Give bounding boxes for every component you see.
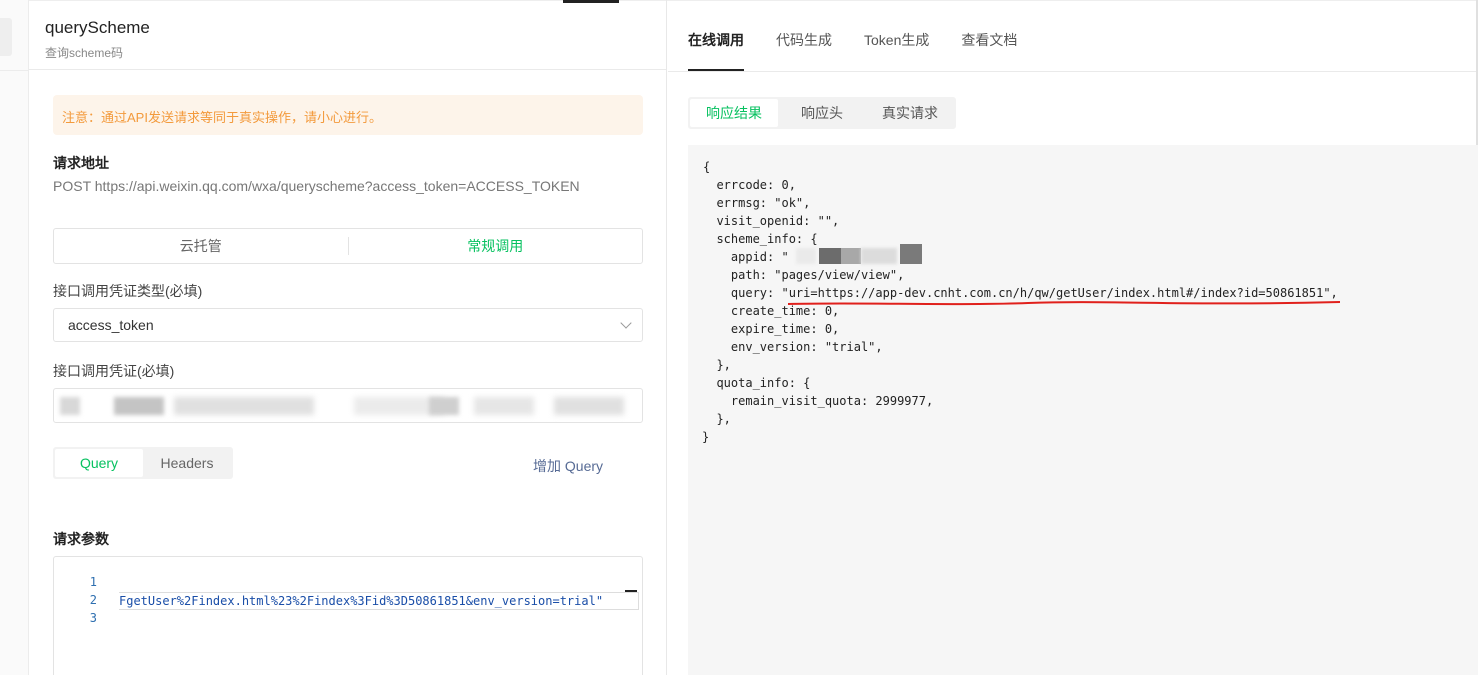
- request-panel: queryScheme 查询scheme码 注意：通过API发送请求等同于真实操…: [29, 0, 667, 675]
- left-gutter: [0, 0, 29, 675]
- redacted-block: [841, 248, 861, 264]
- response-line: },: [702, 358, 731, 372]
- editor-line-2: FgetUser%2Findex.html%23%2Findex%3Fid%3D…: [119, 592, 639, 610]
- api-header: queryScheme 查询scheme码: [29, 0, 666, 70]
- response-line: path: "pages/view/view",: [702, 268, 905, 282]
- credential-type-label: 接口调用凭证类型(必填): [53, 283, 203, 299]
- credential-input[interactable]: [53, 388, 643, 423]
- response-line: errcode: 0,: [702, 178, 796, 192]
- line-number: 3: [89, 611, 97, 625]
- request-url-label: 请求地址: [53, 155, 109, 171]
- result-tabs: 响应结果 响应头 真实请求: [688, 97, 956, 129]
- result-panel: 在线调用 代码生成 Token生成 查看文档 响应结果 响应头 真实请求 { e…: [668, 0, 1478, 675]
- response-line: expire_time: 0,: [702, 322, 840, 336]
- credential-label: 接口调用凭证(必填): [53, 363, 175, 379]
- tab-code-gen[interactable]: 代码生成: [776, 30, 832, 50]
- api-subtitle: 查询scheme码: [45, 46, 124, 60]
- tab-query[interactable]: Query: [55, 449, 143, 477]
- app-root: queryScheme 查询scheme码 注意：通过API发送请求等同于真实操…: [0, 0, 1478, 675]
- main-tabs: 在线调用 代码生成 Token生成 查看文档: [688, 30, 1017, 50]
- redacted-block: [60, 397, 80, 415]
- credential-type-value: access_token: [68, 317, 154, 333]
- mode-cloud-hosting[interactable]: 云托管: [54, 229, 348, 263]
- tab-docs[interactable]: 查看文档: [961, 30, 1017, 50]
- add-query-button[interactable]: 增加 Query: [533, 456, 603, 476]
- response-line: quota_info: {: [702, 376, 811, 390]
- call-mode-switch: 云托管 常规调用: [53, 228, 643, 264]
- response-line: },: [702, 412, 731, 426]
- tabs-divider: [668, 71, 1478, 72]
- gutter-divider: [0, 70, 29, 71]
- red-annotation-underline: [788, 301, 1340, 306]
- params-code-editor[interactable]: 1 2 3 FgetUser%2Findex.html%23%2Findex%3…: [53, 556, 643, 675]
- response-line: errmsg: "ok",: [702, 196, 811, 210]
- response-body: { errcode: 0, errmsg: "ok", visit_openid…: [688, 145, 1478, 675]
- redacted-block: [114, 397, 164, 415]
- line-number: 2: [89, 593, 97, 607]
- chevron-down-icon: [620, 317, 632, 329]
- redacted-block: [819, 248, 841, 264]
- param-tabs: Query Headers: [53, 447, 233, 479]
- request-params-label: 请求参数: [53, 531, 109, 547]
- redacted-block: [174, 397, 314, 415]
- response-line: appid: ": [702, 250, 789, 264]
- redacted-block: [474, 397, 534, 415]
- redacted-block: [796, 248, 816, 264]
- response-line: env_version: "trial",: [702, 340, 883, 354]
- request-url: POST https://api.weixin.qq.com/wxa/query…: [53, 178, 580, 194]
- line-number: 1: [89, 575, 97, 589]
- redacted-block: [900, 244, 922, 264]
- response-line: remain_visit_quota: 2999977,: [702, 394, 934, 408]
- credential-type-select[interactable]: access_token: [53, 308, 643, 342]
- mode-regular-call[interactable]: 常规调用: [349, 229, 643, 263]
- tab-headers[interactable]: Headers: [143, 449, 231, 477]
- tab-token-gen[interactable]: Token生成: [864, 30, 929, 50]
- redacted-block: [861, 248, 897, 264]
- api-title: queryScheme: [45, 18, 150, 37]
- tab-response-headers[interactable]: 响应头: [778, 99, 866, 127]
- text-cursor: [625, 590, 637, 592]
- response-line: query: "uri=https://app-dev.cnht.com.cn/…: [702, 286, 1338, 300]
- gutter-collapse-handle[interactable]: [0, 18, 12, 56]
- tab-online-call[interactable]: 在线调用: [688, 30, 744, 50]
- tab-response-result[interactable]: 响应结果: [690, 99, 778, 127]
- response-line: }: [702, 430, 710, 444]
- response-line: visit_openid: "",: [702, 214, 840, 228]
- redacted-block: [429, 397, 459, 415]
- response-line: {: [703, 160, 711, 174]
- warning-banner: 注意：通过API发送请求等同于真实操作，请小心进行。: [53, 95, 643, 135]
- redacted-block: [554, 397, 624, 415]
- response-line: scheme_info: {: [702, 232, 818, 246]
- tab-real-request[interactable]: 真实请求: [866, 99, 954, 127]
